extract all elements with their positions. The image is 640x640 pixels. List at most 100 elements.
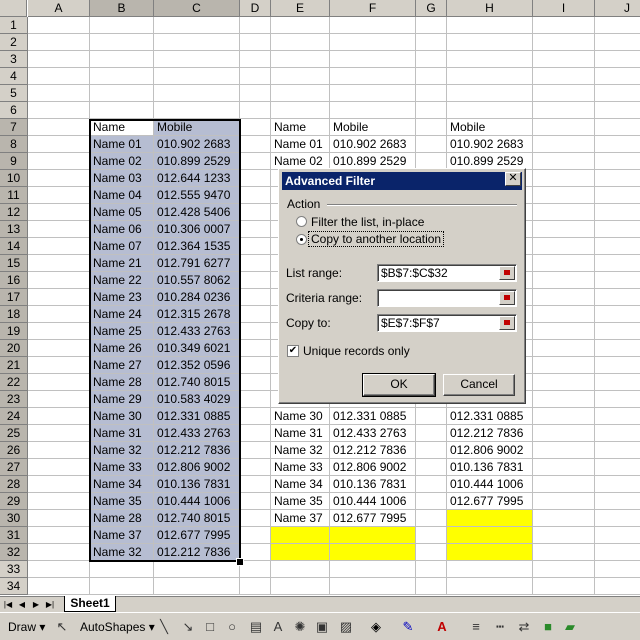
prev-sheet-icon[interactable]: ◀	[16, 599, 28, 611]
cell-I14[interactable]	[533, 238, 595, 255]
cell-B9[interactable]: Name 02	[90, 153, 154, 170]
cell-J2[interactable]	[595, 34, 640, 51]
cell-J34[interactable]	[595, 578, 640, 595]
cell-B26[interactable]: Name 32	[90, 442, 154, 459]
cell-A3[interactable]	[28, 51, 90, 68]
cell-E3[interactable]	[271, 51, 330, 68]
row-header-5[interactable]: 5	[0, 85, 28, 102]
column-header-B[interactable]: B	[90, 0, 154, 17]
cell-C12[interactable]: 012.428 5406	[154, 204, 240, 221]
cell-C21[interactable]: 012.352 0596	[154, 357, 240, 374]
line-color-icon[interactable]: ✎	[400, 619, 416, 635]
cell-J33[interactable]	[595, 561, 640, 578]
cell-D5[interactable]	[240, 85, 271, 102]
cell-C15[interactable]: 012.791 6277	[154, 255, 240, 272]
cell-C11[interactable]: 012.555 9470	[154, 187, 240, 204]
cell-H29[interactable]: 012.677 7995	[447, 493, 533, 510]
cell-J11[interactable]	[595, 187, 640, 204]
cell-C18[interactable]: 012.315 2678	[154, 306, 240, 323]
cell-I24[interactable]	[533, 408, 595, 425]
cell-C9[interactable]: 010.899 2529	[154, 153, 240, 170]
cell-I33[interactable]	[533, 561, 595, 578]
autoshapes-menu-button[interactable]: AutoShapes ▾	[80, 619, 155, 635]
column-header-G[interactable]: G	[416, 0, 447, 17]
cell-B23[interactable]: Name 29	[90, 391, 154, 408]
collapse-dialog-icon[interactable]	[499, 291, 515, 305]
cell-C2[interactable]	[154, 34, 240, 51]
row-header-12[interactable]: 12	[0, 204, 28, 221]
cell-D7[interactable]	[240, 119, 271, 136]
shadow-icon[interactable]: ■	[540, 619, 556, 635]
cell-G7[interactable]	[416, 119, 447, 136]
cell-B14[interactable]: Name 07	[90, 238, 154, 255]
cell-F28[interactable]: 010.136 7831	[330, 476, 416, 493]
select-all-corner[interactable]	[0, 0, 27, 17]
cell-B20[interactable]: Name 26	[90, 340, 154, 357]
cell-J32[interactable]	[595, 544, 640, 561]
arrow-icon[interactable]: ↘	[180, 619, 196, 635]
cell-H28[interactable]: 010.444 1006	[447, 476, 533, 493]
cell-J29[interactable]	[595, 493, 640, 510]
cell-C10[interactable]: 012.644 1233	[154, 170, 240, 187]
cell-D32[interactable]	[240, 544, 271, 561]
cell-A33[interactable]	[28, 561, 90, 578]
cell-J21[interactable]	[595, 357, 640, 374]
cell-A34[interactable]	[28, 578, 90, 595]
collapse-dialog-icon[interactable]	[499, 316, 515, 330]
cell-B28[interactable]: Name 34	[90, 476, 154, 493]
cell-I7[interactable]	[533, 119, 595, 136]
cell-E34[interactable]	[271, 578, 330, 595]
row-header-23[interactable]: 23	[0, 391, 28, 408]
cell-D24[interactable]	[240, 408, 271, 425]
row-header-2[interactable]: 2	[0, 34, 28, 51]
row-header-9[interactable]: 9	[0, 153, 28, 170]
cell-B8[interactable]: Name 01	[90, 136, 154, 153]
next-sheet-icon[interactable]: ▶	[30, 599, 42, 611]
row-header-11[interactable]: 11	[0, 187, 28, 204]
cell-C30[interactable]: 012.740 8015	[154, 510, 240, 527]
oval-icon[interactable]: ○	[224, 619, 240, 635]
cell-A17[interactable]	[28, 289, 90, 306]
cell-C16[interactable]: 010.557 8062	[154, 272, 240, 289]
diagram-icon[interactable]: ✺	[292, 619, 308, 635]
cell-E4[interactable]	[271, 68, 330, 85]
row-header-25[interactable]: 25	[0, 425, 28, 442]
cell-J16[interactable]	[595, 272, 640, 289]
draw-menu-button[interactable]: Draw ▾	[8, 619, 45, 635]
cell-C7[interactable]: Mobile	[154, 119, 240, 136]
fill-handle[interactable]	[236, 558, 244, 566]
cell-J3[interactable]	[595, 51, 640, 68]
rectangle-icon[interactable]: □	[202, 619, 218, 635]
row-header-31[interactable]: 31	[0, 527, 28, 544]
cell-D33[interactable]	[240, 561, 271, 578]
cell-D27[interactable]	[240, 459, 271, 476]
cell-D34[interactable]	[240, 578, 271, 595]
cell-I2[interactable]	[533, 34, 595, 51]
cell-C29[interactable]: 010.444 1006	[154, 493, 240, 510]
cell-C31[interactable]: 012.677 7995	[154, 527, 240, 544]
cell-G8[interactable]	[416, 136, 447, 153]
cell-I22[interactable]	[533, 374, 595, 391]
cell-A15[interactable]	[28, 255, 90, 272]
row-header-16[interactable]: 16	[0, 272, 28, 289]
cell-F26[interactable]: 012.212 7836	[330, 442, 416, 459]
cell-E8[interactable]: Name 01	[271, 136, 330, 153]
cell-B3[interactable]	[90, 51, 154, 68]
cell-F27[interactable]: 012.806 9002	[330, 459, 416, 476]
cell-C23[interactable]: 010.583 4029	[154, 391, 240, 408]
column-header-C[interactable]: C	[154, 0, 240, 17]
cell-H3[interactable]	[447, 51, 533, 68]
cell-G4[interactable]	[416, 68, 447, 85]
unique-records-checkbox[interactable]: ✔	[287, 345, 299, 357]
cell-J18[interactable]	[595, 306, 640, 323]
cell-D9[interactable]	[240, 153, 271, 170]
cell-J26[interactable]	[595, 442, 640, 459]
cell-J30[interactable]	[595, 510, 640, 527]
font-color-icon[interactable]: A	[434, 619, 450, 635]
cell-C13[interactable]: 010.306 0007	[154, 221, 240, 238]
cell-J8[interactable]	[595, 136, 640, 153]
cell-I15[interactable]	[533, 255, 595, 272]
cell-G24[interactable]	[416, 408, 447, 425]
cell-B29[interactable]: Name 35	[90, 493, 154, 510]
cell-F8[interactable]: 010.902 2683	[330, 136, 416, 153]
